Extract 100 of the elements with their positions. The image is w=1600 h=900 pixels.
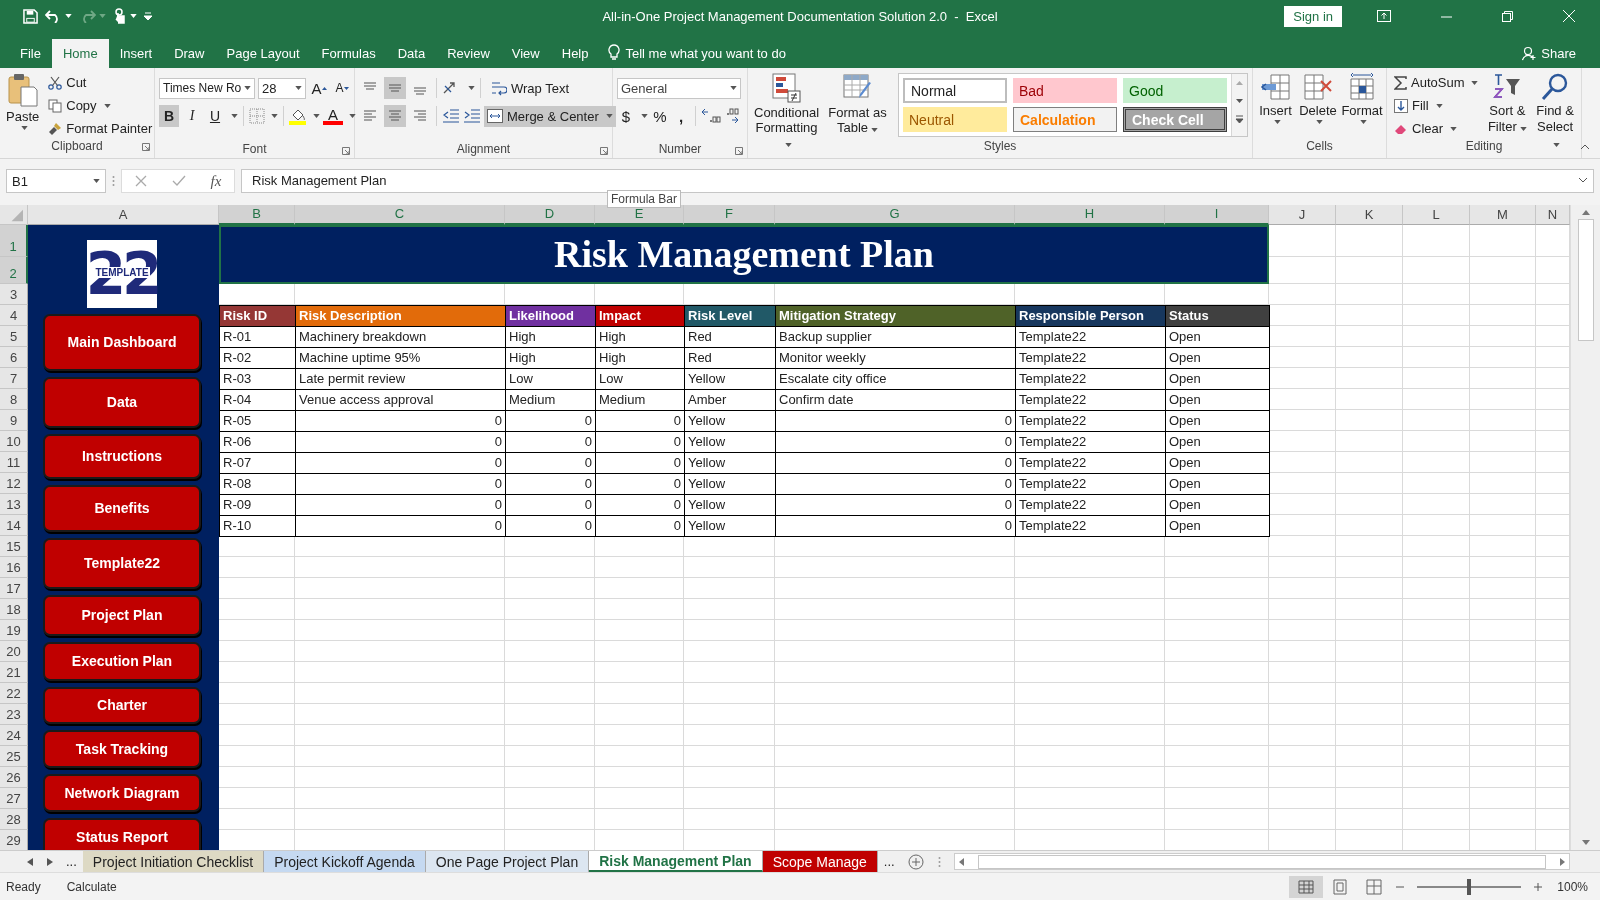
ribbon-tab[interactable]: Help: [550, 39, 600, 69]
row-header[interactable]: 4: [0, 304, 28, 326]
conditional-formatting-button[interactable]: Conditional Formatting: [752, 71, 822, 153]
row-header[interactable]: 27: [0, 787, 28, 809]
row-header[interactable]: 6: [0, 346, 28, 368]
close-icon[interactable]: [1563, 10, 1575, 23]
paste-button[interactable]: Paste: [4, 71, 42, 133]
ribbon-tab[interactable]: Formulas: [310, 39, 387, 69]
row-header[interactable]: 23: [0, 703, 28, 725]
row-header[interactable]: 15: [0, 535, 28, 557]
column-header[interactable]: D: [505, 204, 595, 225]
sheet-tab[interactable]: Scope Manage: [762, 850, 878, 873]
restore-icon[interactable]: [1502, 10, 1513, 22]
column-header[interactable]: I: [1165, 204, 1269, 225]
touch-mode-icon[interactable]: [113, 7, 127, 25]
row-header[interactable]: 29: [0, 829, 28, 850]
checkmark-icon[interactable]: [171, 175, 186, 188]
bold-button[interactable]: B: [159, 105, 179, 128]
sort-filter-button[interactable]: Sort & Filter: [1485, 71, 1530, 138]
format-painter-button[interactable]: Format Painter: [45, 118, 156, 140]
font-name-field[interactable]: Times New Ro: [159, 77, 255, 99]
cut-button[interactable]: Cut: [45, 72, 156, 94]
row-header[interactable]: 21: [0, 661, 28, 683]
column-header[interactable]: K: [1336, 204, 1403, 225]
nav-button[interactable]: Charter: [43, 686, 201, 724]
scroll-thumb[interactable]: [977, 854, 1546, 869]
next-sheet-icon[interactable]: [47, 857, 53, 866]
zoom-in-icon[interactable]: [1533, 881, 1544, 892]
zoom-level[interactable]: 100%: [1557, 879, 1588, 894]
row-header[interactable]: 3: [0, 283, 28, 305]
column-header[interactable]: J: [1269, 204, 1336, 225]
name-box[interactable]: B1: [6, 169, 106, 194]
ribbon-tab[interactable]: Draw: [163, 39, 216, 69]
grow-font-button[interactable]: A: [309, 77, 329, 100]
column-header[interactable]: A: [28, 204, 219, 225]
clear-button[interactable]: Clear: [1391, 118, 1482, 140]
increase-decimal-icon[interactable]: [701, 108, 721, 125]
underline-button[interactable]: U: [205, 105, 225, 128]
ribbon-tab[interactable]: Page Layout: [215, 39, 311, 69]
row-header[interactable]: 17: [0, 577, 28, 599]
dialog-launcher-icon[interactable]: [600, 146, 608, 155]
nav-button[interactable]: Main Dashboard: [43, 313, 201, 371]
shrink-font-button[interactable]: A: [332, 77, 352, 100]
nav-button[interactable]: Template22: [43, 537, 201, 589]
insert-button[interactable]: Insert: [1257, 71, 1294, 127]
more-sheets-button[interactable]: ...: [877, 850, 901, 873]
row-header[interactable]: 25: [0, 745, 28, 767]
decrease-indent-icon[interactable]: [442, 108, 460, 125]
column-header[interactable]: M: [1470, 204, 1536, 225]
cell-style-option[interactable]: Good: [1123, 78, 1227, 104]
row-header[interactable]: 28: [0, 808, 28, 830]
ribbon-tab[interactable]: Home: [51, 39, 109, 69]
row-header[interactable]: 20: [0, 640, 28, 662]
sheet-tab[interactable]: Risk Management Plan: [589, 850, 763, 873]
scroll-up-icon[interactable]: [1581, 209, 1590, 215]
row-header[interactable]: 9: [0, 409, 28, 431]
nav-button[interactable]: Benefits: [43, 484, 201, 532]
format-as-table-button[interactable]: Format as Table: [825, 71, 890, 138]
row-header[interactable]: 11: [0, 451, 28, 473]
nav-button[interactable]: Status Report: [43, 817, 201, 850]
number-format-field[interactable]: General: [617, 77, 741, 99]
column-header[interactable]: L: [1403, 204, 1470, 225]
column-header[interactable]: B: [219, 204, 295, 225]
row-header[interactable]: 26: [0, 766, 28, 788]
row-header[interactable]: 19: [0, 619, 28, 641]
insert-function-button[interactable]: fx: [210, 172, 222, 190]
copy-button[interactable]: Copy: [45, 95, 156, 117]
sign-in-button[interactable]: Sign in: [1284, 5, 1342, 27]
row-header[interactable]: 12: [0, 472, 28, 494]
currency-button[interactable]: $: [617, 105, 635, 128]
previous-sheet-icon[interactable]: [27, 857, 33, 866]
italic-button[interactable]: I: [182, 105, 202, 128]
font-size-field[interactable]: 28: [258, 77, 306, 99]
share-button[interactable]: Share: [1541, 39, 1576, 69]
nav-button[interactable]: Project Plan: [43, 594, 201, 636]
ribbon-tab[interactable]: Review: [436, 39, 501, 69]
customize-toolbar-icon[interactable]: [144, 12, 152, 21]
ribbon-display-icon[interactable]: [1377, 10, 1391, 23]
ribbon-tab[interactable]: File: [9, 39, 52, 69]
row-header[interactable]: 16: [0, 556, 28, 578]
sheet-tab[interactable]: Project Kickoff Agenda: [264, 850, 426, 873]
formula-input[interactable]: Risk Management Plan: [241, 169, 1594, 194]
normal-view-icon[interactable]: [1289, 875, 1324, 898]
fill-color-icon[interactable]: [289, 107, 307, 126]
row-header[interactable]: 22: [0, 682, 28, 704]
fill-button[interactable]: Fill: [1391, 95, 1482, 117]
cell-style-option[interactable]: Neutral: [903, 107, 1007, 133]
nav-button[interactable]: Task Tracking: [43, 729, 201, 768]
caret-icon[interactable]: [130, 14, 137, 19]
format-button[interactable]: Format: [1342, 71, 1382, 127]
row-header[interactable]: 8: [0, 388, 28, 410]
row-header[interactable]: 10: [0, 430, 28, 452]
tell-me-search[interactable]: Tell me what you want to do: [625, 39, 786, 69]
delete-button[interactable]: Delete: [1298, 71, 1338, 127]
column-header[interactable]: N: [1536, 204, 1570, 225]
sheet-tab[interactable]: Project Initiation Checklist: [82, 850, 265, 873]
more-sheets-button[interactable]: ...: [60, 850, 83, 873]
row-header[interactable]: 24: [0, 724, 28, 746]
dialog-launcher-icon[interactable]: [142, 143, 150, 152]
middle-align-icon[interactable]: [384, 77, 406, 100]
